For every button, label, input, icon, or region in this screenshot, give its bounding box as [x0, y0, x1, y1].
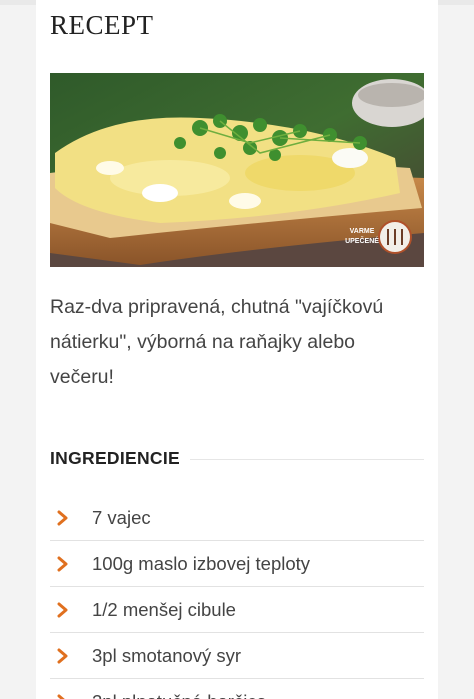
- svg-text:VARME: VARME: [350, 228, 375, 235]
- svg-text:UPEČENÉ: UPEČENÉ: [345, 236, 379, 245]
- recipe-photo: VARME UPEČENÉ: [50, 73, 424, 267]
- recipe-card: RECEPT VARME UPEČENÉ Raz-dva pripravená,…: [36, 0, 438, 699]
- ingredients-heading: INGREDIENCIE: [50, 448, 181, 468]
- heading-divider: [190, 459, 424, 460]
- ingredient-item: 100g maslo izbovej teploty: [50, 541, 424, 587]
- ingredient-label: 1/2 menšej cibule: [92, 598, 236, 620]
- chevron-right-icon: [57, 556, 68, 571]
- ingredient-item: 7 vajec: [50, 495, 424, 541]
- ingredient-label: 2pl plnotučná horčica: [92, 691, 267, 699]
- recipe-intro: Raz-dva pripravená, chutná "vajíčkovú ná…: [50, 296, 384, 388]
- chevron-right-icon: [57, 510, 68, 525]
- recipe-title: RECEPT: [50, 10, 154, 40]
- chevron-right-icon: [57, 694, 66, 699]
- ingredient-item: 1/2 menšej cibule: [50, 587, 424, 633]
- ingredient-item: 2pl plnotučná horčica: [50, 679, 424, 699]
- ingredient-label: 7 vajec: [92, 506, 151, 528]
- chevron-right-icon: [57, 648, 68, 663]
- chevron-right-icon: [57, 602, 68, 617]
- ingredient-item: 3pl smotanový syr: [50, 633, 424, 679]
- ingredients-heading-row: INGREDIENCIE: [50, 448, 424, 469]
- ingredient-label: 100g maslo izbovej teploty: [92, 552, 311, 574]
- ingredient-label: 3pl smotanový syr: [92, 644, 242, 666]
- ingredients-list: 7 vajec 100g maslo izbovej teploty 1/2 m…: [50, 495, 424, 699]
